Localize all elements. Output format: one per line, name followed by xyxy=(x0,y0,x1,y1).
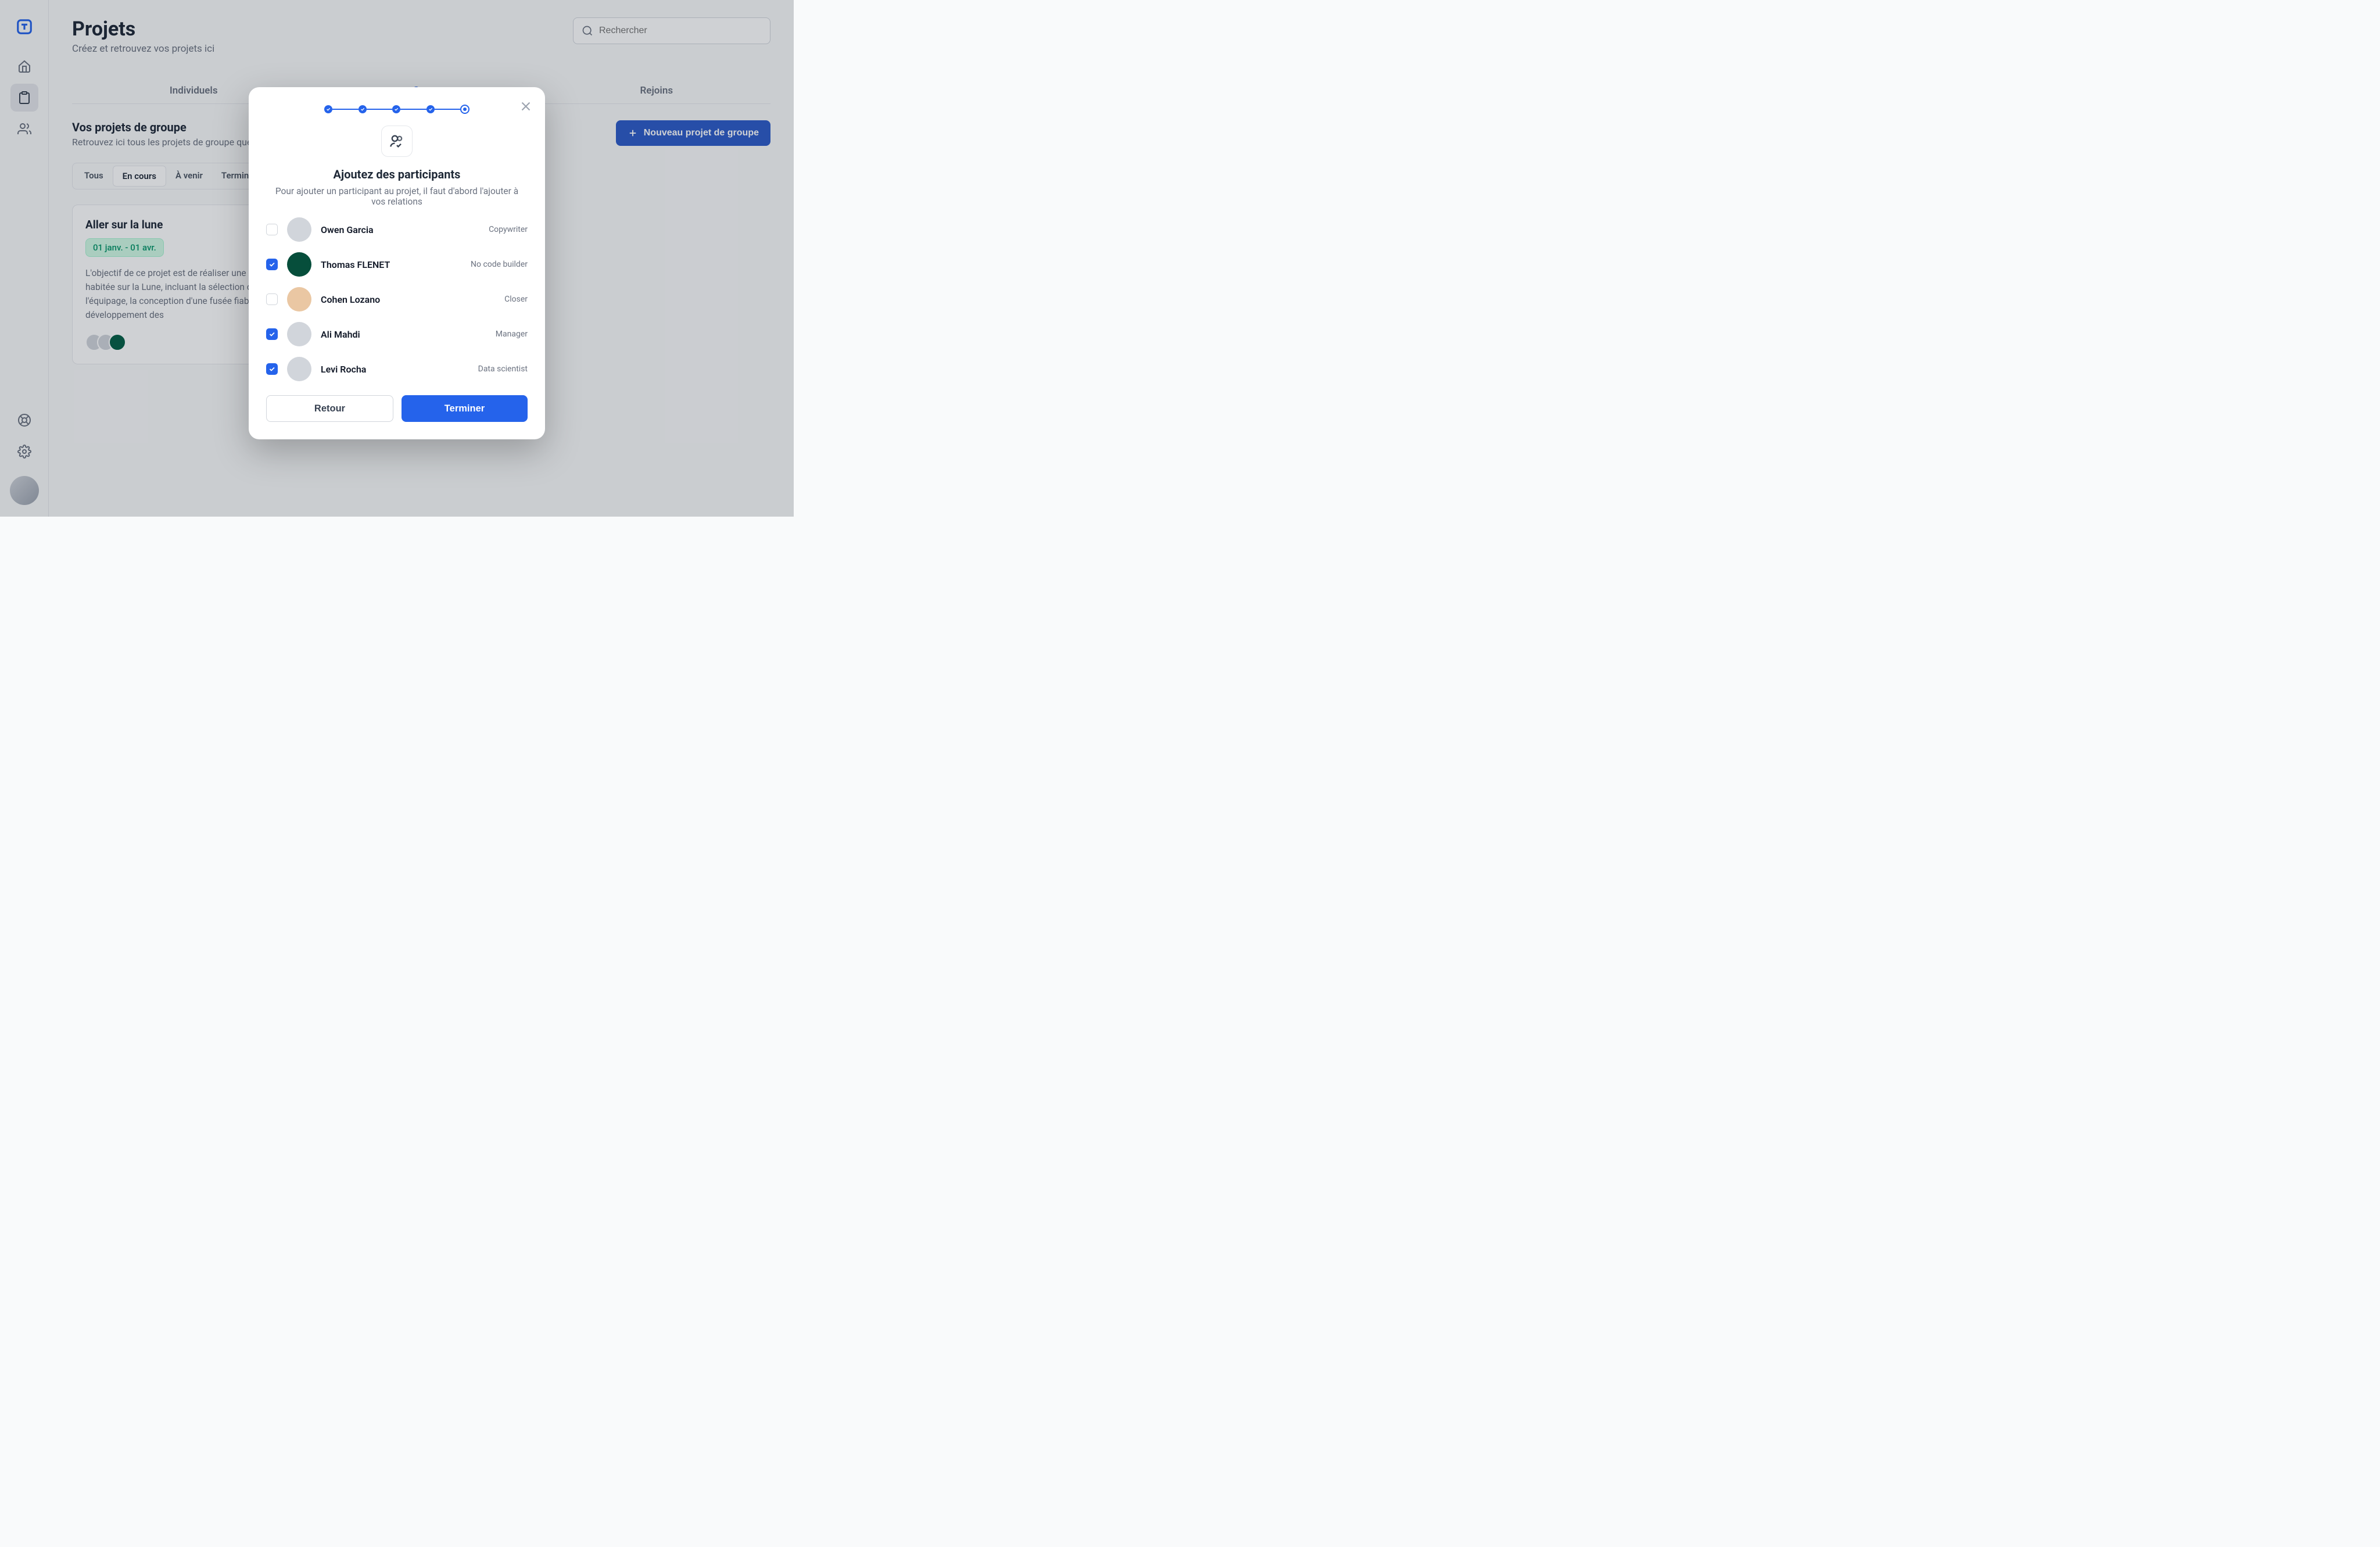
step-current-icon xyxy=(460,105,469,114)
checkbox[interactable] xyxy=(266,259,278,270)
checkbox[interactable] xyxy=(266,224,278,235)
checkbox[interactable] xyxy=(266,328,278,340)
checkbox[interactable] xyxy=(266,293,278,305)
participant-row: Thomas FLENET No code builder xyxy=(266,252,528,277)
modal-description: Pour ajouter un participant au projet, i… xyxy=(275,186,519,207)
avatar-icon xyxy=(287,252,311,277)
participant-role: Copywriter xyxy=(489,225,528,234)
participant-row: Owen Garcia Copywriter xyxy=(266,217,528,242)
participant-name: Ali Mahdi xyxy=(321,329,360,340)
avatar-icon xyxy=(287,217,311,242)
participants-list: Owen Garcia Copywriter Thomas FLENET No … xyxy=(266,217,528,381)
add-participants-modal: Ajoutez des participants Pour ajouter un… xyxy=(249,87,545,439)
modal-title: Ajoutez des participants xyxy=(266,167,528,181)
avatar-icon xyxy=(287,322,311,346)
participant-name: Thomas FLENET xyxy=(321,259,390,270)
step-icon xyxy=(426,105,435,113)
participants-icon xyxy=(381,126,413,157)
back-button[interactable]: Retour xyxy=(266,395,393,422)
participant-role: No code builder xyxy=(471,260,528,269)
participant-name: Owen Garcia xyxy=(321,224,374,235)
checkbox[interactable] xyxy=(266,363,278,375)
step-icon xyxy=(392,105,400,113)
close-icon[interactable] xyxy=(518,99,533,114)
step-icon xyxy=(359,105,367,113)
finish-button[interactable]: Terminer xyxy=(402,395,528,422)
avatar-icon xyxy=(287,287,311,311)
participant-name: Levi Rocha xyxy=(321,364,366,375)
participant-row: Cohen Lozano Closer xyxy=(266,287,528,311)
progress-stepper xyxy=(324,105,469,114)
participant-role: Closer xyxy=(504,295,528,304)
participant-name: Cohen Lozano xyxy=(321,294,380,305)
step-icon xyxy=(324,105,332,113)
participant-role: Manager xyxy=(496,330,528,339)
participant-row: Levi Rocha Data scientist xyxy=(266,357,528,381)
participant-role: Data scientist xyxy=(478,364,528,374)
participant-row: Ali Mahdi Manager xyxy=(266,322,528,346)
avatar-icon xyxy=(287,357,311,381)
